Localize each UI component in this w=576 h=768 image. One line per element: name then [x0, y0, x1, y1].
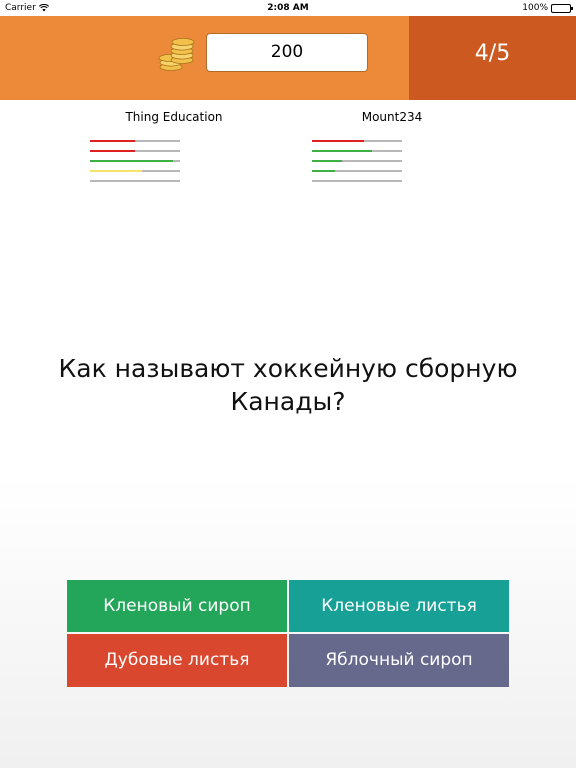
result-fill [90, 170, 143, 172]
result-fill [90, 160, 173, 162]
result-fill [312, 140, 365, 142]
result-track [312, 140, 402, 142]
result-fill [90, 150, 135, 152]
coins-icon [158, 38, 195, 71]
score-panel: 200 [0, 16, 409, 100]
player-1: Thing Education [84, 108, 264, 182]
player-2: Mount234 [302, 108, 482, 182]
status-battery-group: 100% [522, 0, 573, 16]
result-fill [90, 140, 135, 142]
result-track [90, 140, 180, 142]
result-track [312, 180, 402, 182]
result-fill [312, 170, 335, 172]
question-progress: 4/5 [409, 16, 576, 100]
result-track [90, 170, 180, 172]
player-1-name: Thing Education [125, 110, 223, 124]
result-track [90, 150, 180, 152]
result-track [90, 160, 180, 162]
game-header: 200 4/5 [0, 16, 576, 100]
result-fill [312, 160, 342, 162]
player-2-name: Mount234 [361, 110, 423, 124]
answer-button-1[interactable]: Кленовый сироп [67, 580, 287, 632]
question-text: Как называют хоккейную сборную Канады? [58, 354, 518, 416]
result-track [312, 160, 402, 162]
answer-button-2[interactable]: Кленовые листья [289, 580, 509, 632]
battery-icon [551, 3, 573, 13]
result-track [312, 150, 402, 152]
status-time: 2:08 AM [267, 3, 309, 13]
answer-grid: Кленовый сироп Кленовые листья Дубовые л… [67, 580, 509, 687]
battery-percent: 100% [522, 3, 548, 13]
result-track [312, 170, 402, 172]
score-value: 200 [206, 33, 368, 72]
result-fill [312, 150, 373, 152]
status-bar: Carrier 2:08 AM 100% [0, 0, 576, 16]
player-1-results [90, 140, 180, 190]
answer-button-3[interactable]: Дубовые листья [67, 634, 287, 687]
player-2-results [312, 140, 402, 190]
result-track [90, 180, 180, 182]
answer-button-4[interactable]: Яблочный сироп [289, 634, 509, 687]
